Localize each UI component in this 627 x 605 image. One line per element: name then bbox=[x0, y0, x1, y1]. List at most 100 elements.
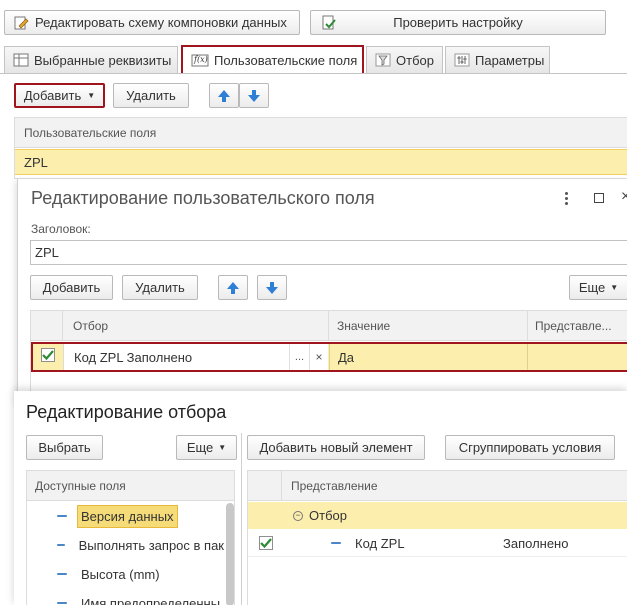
caption-field[interactable]: ZPL bbox=[30, 240, 627, 265]
check-settings-label: Проверить настройку bbox=[393, 15, 523, 30]
close-icon[interactable]: × bbox=[621, 188, 627, 206]
tab-label: Параметры bbox=[475, 52, 545, 68]
column-header-presentation: Представление bbox=[291, 479, 378, 493]
user-fields-table: Пользовательские поля ZPL bbox=[14, 117, 627, 179]
move-down-button[interactable] bbox=[239, 83, 269, 108]
more-button[interactable]: Еще ▼ bbox=[176, 435, 237, 460]
scrollbar[interactable] bbox=[226, 503, 234, 605]
column-divider bbox=[328, 311, 329, 341]
select-button[interactable]: Выбрать bbox=[26, 435, 103, 460]
available-fields-header: Доступные поля bbox=[27, 471, 234, 501]
move-down-button[interactable] bbox=[257, 275, 287, 300]
delete-label: Удалить bbox=[126, 88, 176, 103]
list-item-label: Выполнять запрос в пак bbox=[78, 537, 224, 553]
user-fields-header: Пользовательские поля bbox=[15, 118, 627, 148]
column-header: Пользовательские поля bbox=[24, 125, 157, 140]
parameters-icon bbox=[454, 53, 470, 67]
field-icon bbox=[331, 542, 341, 544]
column-divider bbox=[527, 311, 528, 341]
caption-value: ZPL bbox=[35, 245, 59, 260]
list-item[interactable]: Версия данных bbox=[27, 503, 224, 529]
tab-selected-attributes[interactable]: Выбранные реквизиты bbox=[4, 46, 178, 73]
add-new-element-button[interactable]: Добавить новый элемент bbox=[247, 435, 425, 460]
collapse-icon[interactable]: − bbox=[293, 510, 303, 521]
tab-parameters[interactable]: Параметры bbox=[445, 46, 550, 73]
caption-label: Заголовок: bbox=[31, 222, 91, 236]
arrow-down-icon bbox=[266, 281, 278, 294]
move-up-button[interactable] bbox=[218, 275, 248, 300]
row-checkbox[interactable] bbox=[41, 348, 55, 364]
filter-table-header: Отбор Значение Представле... bbox=[31, 311, 627, 341]
check-settings-button[interactable]: Проверить настройку bbox=[310, 10, 606, 35]
table-row[interactable]: Код ZPL Заполнено ... × Да bbox=[31, 342, 627, 372]
dropdown-caret-icon: ▼ bbox=[218, 443, 227, 452]
presentation-cell[interactable] bbox=[527, 344, 627, 370]
tab-label: Отбор bbox=[396, 52, 434, 68]
add-label: Добавить bbox=[42, 280, 101, 295]
more-button[interactable]: Еще ▼ bbox=[569, 275, 627, 300]
list-item[interactable]: Имя предопределенны bbox=[27, 590, 224, 605]
filter-tree-pane: Представление − Отбор Код ZPL Заполнено bbox=[247, 470, 627, 605]
delete-button[interactable]: Удалить bbox=[122, 275, 198, 300]
arrow-down-icon bbox=[248, 89, 260, 102]
filter-cell-text: Код ZPL Заполнено bbox=[74, 349, 193, 365]
more-label: Еще bbox=[578, 280, 606, 295]
list-item-label: Имя предопределенны bbox=[81, 595, 221, 605]
more-options-icon[interactable] bbox=[565, 192, 568, 205]
field-icon bbox=[57, 515, 67, 517]
filter-tree-header: Представление bbox=[248, 471, 627, 501]
available-fields-pane: Доступные поля Версия данных Выполнять з… bbox=[26, 470, 235, 605]
group-label: Сгруппировать условия bbox=[458, 440, 602, 455]
maximize-icon[interactable] bbox=[594, 193, 604, 203]
dropdown-caret-icon: ▼ bbox=[610, 283, 619, 292]
filter-cell[interactable]: Код ZPL Заполнено bbox=[63, 344, 289, 370]
move-up-button[interactable] bbox=[209, 83, 239, 108]
tabs-divider bbox=[0, 73, 627, 74]
tab-user-fields[interactable]: f(x) Пользовательские поля bbox=[181, 45, 364, 73]
field-icon bbox=[57, 602, 67, 604]
row-label: ZPL bbox=[24, 154, 48, 170]
select-label: Выбрать bbox=[38, 440, 91, 455]
tab-label: Пользовательские поля bbox=[214, 52, 358, 68]
tree-item-condition: Заполнено bbox=[503, 535, 569, 551]
arrow-up-icon bbox=[227, 281, 239, 294]
delete-button[interactable]: Удалить bbox=[113, 83, 189, 108]
filter-icon bbox=[375, 53, 391, 67]
checkbox[interactable] bbox=[259, 536, 273, 550]
dropdown-caret-icon: ▼ bbox=[87, 91, 96, 100]
select-ellipsis-button[interactable]: ... bbox=[289, 344, 309, 370]
edit-user-field-dialog: Редактирование пользовательского поля × … bbox=[17, 179, 627, 404]
column-header-value: Значение bbox=[337, 319, 391, 333]
value-cell[interactable]: Да bbox=[329, 344, 527, 370]
check-settings-icon bbox=[321, 15, 337, 31]
add-dropdown-button[interactable]: Добавить ▼ bbox=[14, 83, 105, 108]
tab-label: Выбранные реквизиты bbox=[34, 52, 172, 68]
arrow-up-icon bbox=[218, 89, 230, 102]
tab-filter[interactable]: Отбор bbox=[366, 46, 443, 73]
tree-item-row[interactable]: Код ZPL Заполнено bbox=[248, 530, 627, 557]
edit-schema-button[interactable]: Редактировать схему компоновки данных bbox=[4, 10, 300, 35]
checkbox[interactable] bbox=[41, 348, 55, 362]
add-button[interactable]: Добавить bbox=[30, 275, 113, 300]
list-item[interactable]: Выполнять запрос в пак bbox=[27, 532, 224, 558]
column-header-presentation: Представле... bbox=[535, 319, 612, 333]
column-header-filter: Отбор bbox=[73, 319, 109, 333]
check-column-header bbox=[31, 311, 63, 341]
group-conditions-button[interactable]: Сгруппировать условия bbox=[445, 435, 615, 460]
field-icon bbox=[57, 573, 67, 575]
svg-text:f(x): f(x) bbox=[193, 55, 208, 64]
list-item[interactable]: Высота (mm) bbox=[27, 561, 224, 587]
edit-filter-dialog: Редактирование отбора Выбрать Еще ▼ Доба… bbox=[14, 391, 627, 605]
clear-button[interactable]: × bbox=[309, 344, 328, 370]
checkmark-icon bbox=[260, 538, 272, 549]
dialog-title: Редактирование отбора bbox=[26, 402, 227, 422]
tree-item-field: Код ZPL bbox=[355, 535, 405, 551]
tree-group-row[interactable]: − Отбор bbox=[248, 502, 627, 529]
edit-schema-icon bbox=[13, 15, 29, 31]
check-column-header bbox=[248, 471, 282, 501]
more-label: Еще bbox=[186, 440, 214, 455]
add-label: Добавить bbox=[23, 88, 82, 103]
tree-group-label: Отбор bbox=[309, 508, 347, 523]
table-row[interactable]: ZPL bbox=[15, 149, 627, 175]
checkmark-icon bbox=[42, 350, 54, 361]
